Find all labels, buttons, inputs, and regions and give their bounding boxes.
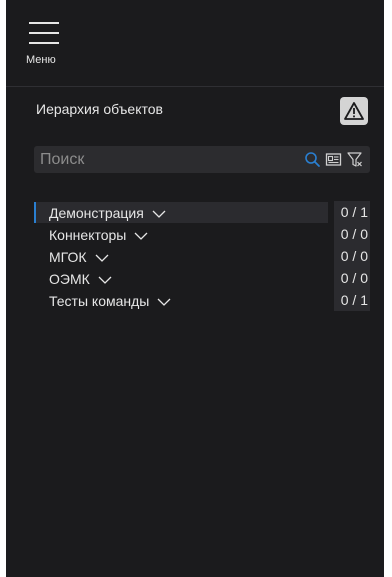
- menu-label: Меню: [26, 54, 56, 66]
- chevron-down-icon[interactable]: [157, 298, 171, 307]
- tree-item-count: 0 / 0: [334, 267, 370, 289]
- tree-item[interactable]: Коннекторы 0 / 0: [34, 223, 370, 245]
- header-divider: [6, 86, 384, 87]
- tree-item-count: 0 / 1: [334, 201, 370, 223]
- filter-icon[interactable]: [346, 151, 363, 168]
- chevron-down-icon[interactable]: [134, 232, 148, 241]
- search-icon[interactable]: [304, 151, 321, 168]
- tree-item-label: МГОК: [49, 249, 87, 265]
- tree-item-count: 0 / 0: [334, 223, 370, 245]
- object-tree: Демонстрация 0 / 1 Коннекторы 0 / 0 МГОК…: [34, 201, 370, 311]
- tree-item[interactable]: ОЭМК 0 / 0: [34, 267, 370, 289]
- tree-item-label: Коннекторы: [49, 227, 127, 243]
- tree-item[interactable]: Тесты команды 0 / 1: [34, 289, 370, 311]
- tree-item-label: Демонстрация: [49, 205, 144, 221]
- tree-item[interactable]: МГОК 0 / 0: [34, 245, 370, 267]
- menu-button[interactable]: Меню: [26, 22, 66, 68]
- chevron-down-icon[interactable]: [95, 254, 109, 263]
- search-box: [34, 146, 370, 173]
- chevron-down-icon[interactable]: [152, 210, 166, 219]
- tree-item[interactable]: Демонстрация 0 / 1: [34, 201, 370, 223]
- tree-item-count: 0 / 1: [334, 289, 370, 311]
- warning-button[interactable]: [340, 97, 368, 125]
- panel-title: Иерархия объектов: [36, 101, 163, 117]
- search-input[interactable]: [34, 146, 296, 173]
- object-hierarchy-panel: Меню Иерархия объектов Поиск Демонстраци…: [6, 0, 384, 577]
- tree-item-label: ОЭМК: [49, 271, 90, 287]
- chevron-down-icon[interactable]: [98, 276, 112, 285]
- warning-triangle-icon: [344, 102, 364, 120]
- tree-item-label: Тесты команды: [49, 293, 150, 309]
- tree-item-count: 0 / 0: [334, 245, 370, 267]
- id-card-icon[interactable]: [325, 151, 342, 168]
- hamburger-icon: [29, 22, 59, 44]
